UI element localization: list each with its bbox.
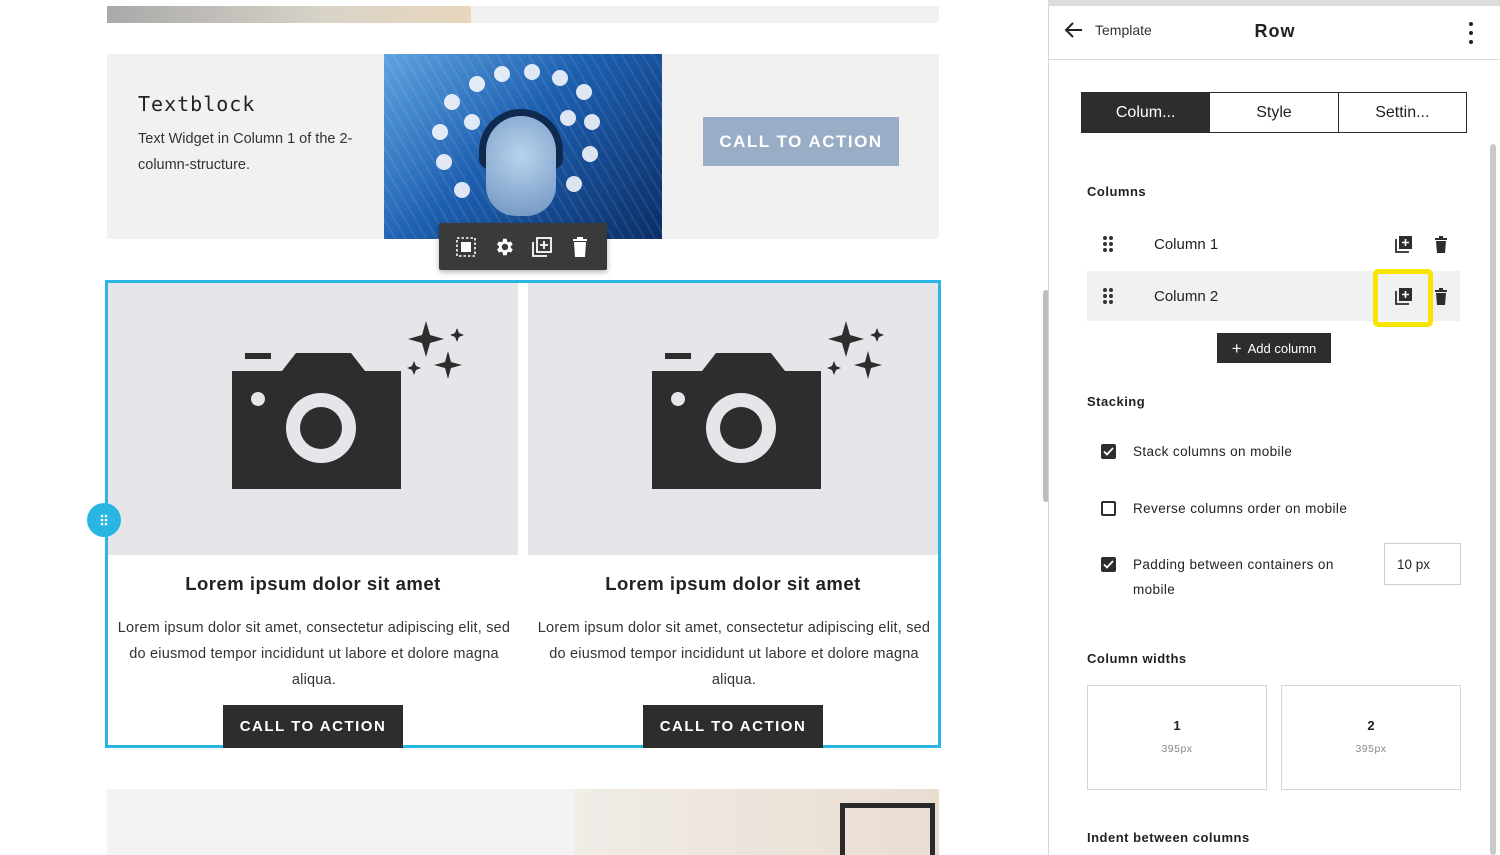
call-to-action-button[interactable]: CALL TO ACTION (223, 705, 403, 748)
column-1[interactable]: Lorem ipsum dolor sit amet Lorem ipsum d… (108, 283, 518, 748)
trash-icon[interactable] (567, 234, 593, 260)
textblock-title[interactable]: Textblock (138, 92, 255, 116)
duplicate-column-icon[interactable] (1394, 234, 1414, 254)
indent-section-label: Indent between columns (1087, 830, 1250, 845)
reverse-order-option[interactable]: Reverse columns order on mobile (1101, 500, 1347, 521)
textblock-text[interactable]: Text Widget in Column 1 of the 2-column-… (138, 126, 353, 178)
drag-grip-icon[interactable] (1103, 236, 1113, 252)
image-placeholder[interactable] (108, 283, 518, 555)
panel-header: Template Row (1049, 6, 1500, 60)
reverse-order-label: Reverse columns order on mobile (1133, 501, 1348, 516)
hero-image[interactable] (384, 54, 662, 239)
call-to-action-button[interactable]: CALL TO ACTION (703, 117, 899, 166)
padding-mobile-label: Padding between containers on mobile (1133, 557, 1334, 597)
tab-columns[interactable]: Colum... (1081, 92, 1211, 133)
column-list-item-1[interactable]: Column 1 (1087, 219, 1460, 269)
duplicate-icon[interactable] (529, 234, 555, 260)
stack-columns-label: Stack columns on mobile (1133, 444, 1293, 459)
grip-icon (100, 514, 108, 526)
drag-grip-icon[interactable] (1103, 288, 1113, 304)
tab-settings[interactable]: Settin... (1337, 92, 1467, 133)
row-drag-handle[interactable] (87, 503, 121, 537)
camera-sparkle-icon (232, 321, 464, 489)
column-width-card-1[interactable]: 1 395px (1087, 685, 1267, 790)
camera-sparkle-icon (652, 321, 884, 489)
panel-title: Row (1254, 21, 1296, 41)
row-above-image (107, 6, 471, 23)
column-body-text[interactable]: Lorem ipsum dolor sit amet, consectetur … (534, 615, 934, 693)
padding-mobile-option[interactable]: Padding between containers on mobile (1101, 556, 1363, 602)
tab-style[interactable]: Style (1209, 92, 1339, 133)
portrait-face (486, 116, 556, 216)
column-heading[interactable]: Lorem ipsum dolor sit amet (528, 573, 938, 595)
stack-columns-option[interactable]: Stack columns on mobile (1101, 443, 1292, 464)
stacking-section-label: Stacking (1087, 394, 1146, 409)
more-options-icon[interactable] (1461, 20, 1481, 46)
column-width-card-2[interactable]: 2 395px (1281, 685, 1461, 790)
column-width-number: 1 (1173, 718, 1181, 733)
duplicate-highlight-marker (1373, 269, 1433, 327)
settings-panel: Template Row Colum... Style Settin... Co… (1048, 6, 1500, 855)
delete-column-icon[interactable] (1432, 286, 1450, 306)
reverse-order-checkbox[interactable] (1101, 501, 1116, 516)
columns-section-label: Columns (1087, 184, 1147, 199)
delete-column-icon[interactable] (1432, 234, 1450, 254)
call-to-action-button[interactable]: CALL TO ACTION (643, 705, 823, 748)
padding-mobile-checkbox[interactable] (1101, 557, 1116, 572)
panel-tabs: Colum... Style Settin... (1081, 92, 1467, 133)
column-widths-section-label: Column widths (1087, 651, 1187, 666)
column-item-label: Column 1 (1154, 235, 1219, 253)
picture-frame-art (840, 803, 935, 855)
check-icon (1103, 560, 1114, 569)
column-heading[interactable]: Lorem ipsum dolor sit amet (108, 573, 518, 595)
column-item-label: Column 2 (1154, 287, 1219, 305)
add-column-label: Add column (1247, 340, 1317, 356)
stack-columns-checkbox[interactable] (1101, 444, 1116, 459)
gear-icon[interactable] (491, 234, 517, 260)
add-column-button[interactable]: + Add column (1217, 333, 1331, 363)
selected-row-two-columns[interactable]: Lorem ipsum dolor sit amet Lorem ipsum d… (105, 280, 941, 748)
image-placeholder[interactable] (528, 283, 938, 555)
panel-scrollbar[interactable] (1490, 144, 1496, 855)
column-2[interactable]: Lorem ipsum dolor sit amet Lorem ipsum d… (528, 283, 938, 748)
row-above-partial[interactable] (107, 6, 939, 23)
column-width-px: 395px (1161, 743, 1193, 755)
check-icon (1103, 447, 1114, 456)
select-parent-icon[interactable] (453, 234, 479, 260)
row-below-partial[interactable] (107, 789, 939, 855)
column-width-number: 2 (1367, 718, 1375, 733)
column-body-text[interactable]: Lorem ipsum dolor sit amet, consectetur … (114, 615, 514, 693)
padding-value-input[interactable] (1384, 543, 1461, 585)
editor-canvas[interactable]: Textblock Text Widget in Column 1 of the… (0, 0, 1048, 855)
element-toolbar (439, 223, 607, 270)
column-width-px: 395px (1355, 743, 1387, 755)
plus-icon: + (1231, 338, 1242, 358)
row-textblock[interactable]: Textblock Text Widget in Column 1 of the… (107, 54, 939, 239)
